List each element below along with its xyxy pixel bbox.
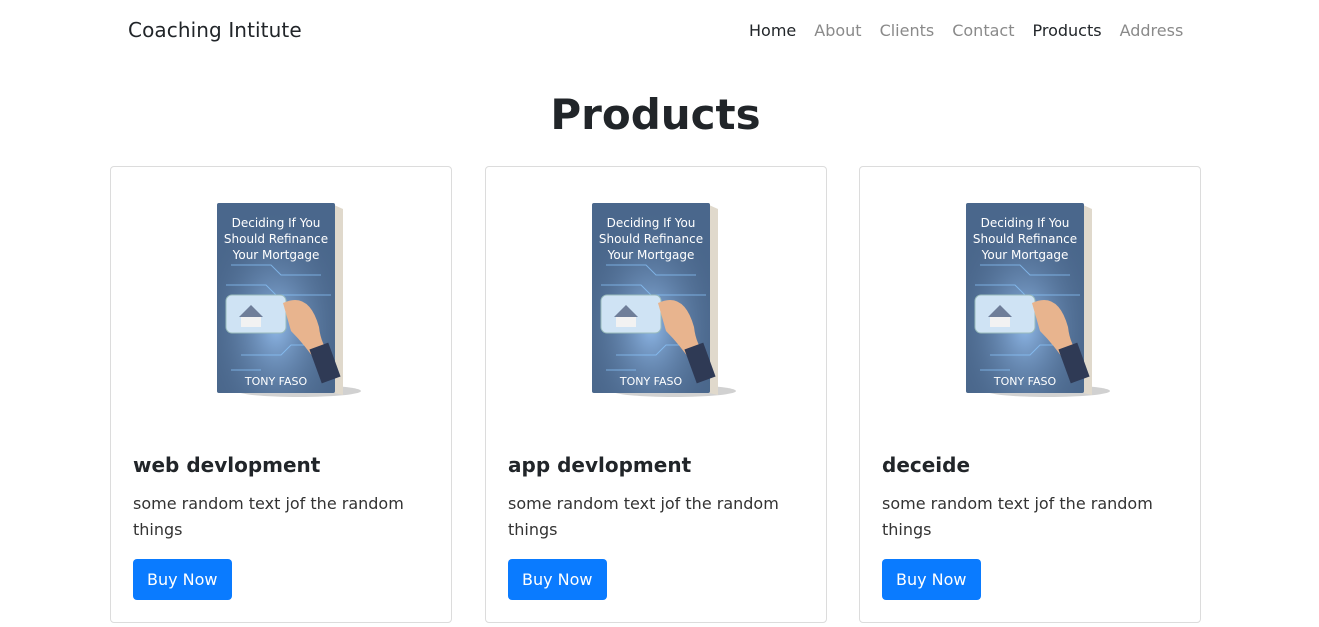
book-cover-image: Deciding If You Should Refinance Your Mo…: [217, 203, 361, 397]
card-title: web devlopment: [133, 453, 321, 477]
nav-home[interactable]: Home: [749, 21, 796, 40]
card-text: some random text jof the random things: [882, 494, 1153, 539]
card-text: some random text jof the random things: [508, 494, 779, 539]
book-title-line-1: Deciding If You: [981, 216, 1070, 230]
book-title-line-2: Should Refinance: [599, 232, 703, 246]
book-title-line-1: Deciding If You: [607, 216, 696, 230]
book-title-line-3: Your Mortgage: [607, 248, 695, 262]
page-title: Products: [550, 90, 761, 139]
product-image: Deciding If You Should Refinance Your Mo…: [486, 195, 826, 405]
nav-contact[interactable]: Contact: [952, 21, 1014, 40]
card-text: some random text jof the random things: [133, 494, 404, 539]
nav-links: Home About Clients Contact Products Addr…: [749, 21, 1201, 40]
product-image: Deciding If You Should Refinance Your Mo…: [860, 195, 1200, 405]
book-title-line-2: Should Refinance: [973, 232, 1077, 246]
nav-address[interactable]: Address: [1120, 21, 1184, 40]
book-author: TONY FASO: [244, 375, 308, 388]
card-title: app devlopment: [508, 453, 692, 477]
nav-products[interactable]: Products: [1032, 21, 1101, 40]
book-author: TONY FASO: [993, 375, 1057, 388]
book-title-line-3: Your Mortgage: [232, 248, 320, 262]
product-image: Deciding If You Should Refinance Your Mo…: [111, 195, 451, 405]
book-cover-image: Deciding If You Should Refinance Your Mo…: [966, 203, 1110, 397]
card-title: deceide: [882, 453, 971, 477]
book-author: TONY FASO: [619, 375, 683, 388]
book-title-line-3: Your Mortgage: [981, 248, 1069, 262]
navbar: Coaching Intitute Home About Clients Con…: [0, 0, 1319, 64]
buy-now-button[interactable]: Buy Now: [133, 559, 232, 600]
buy-now-button[interactable]: Buy Now: [882, 559, 981, 600]
book-title-line-1: Deciding If You: [232, 216, 321, 230]
brand-link[interactable]: Coaching Intitute: [128, 18, 302, 42]
product-card: Deciding If You Should Refinance Your Mo…: [859, 166, 1201, 623]
book-cover-image: Deciding If You Should Refinance Your Mo…: [592, 203, 736, 397]
buy-now-button[interactable]: Buy Now: [508, 559, 607, 600]
nav-about[interactable]: About: [814, 21, 861, 40]
product-card: Deciding If You Should Refinance Your Mo…: [110, 166, 452, 623]
product-card: Deciding If You Should Refinance Your Mo…: [485, 166, 827, 623]
book-title-line-2: Should Refinance: [224, 232, 328, 246]
nav-clients[interactable]: Clients: [880, 21, 935, 40]
